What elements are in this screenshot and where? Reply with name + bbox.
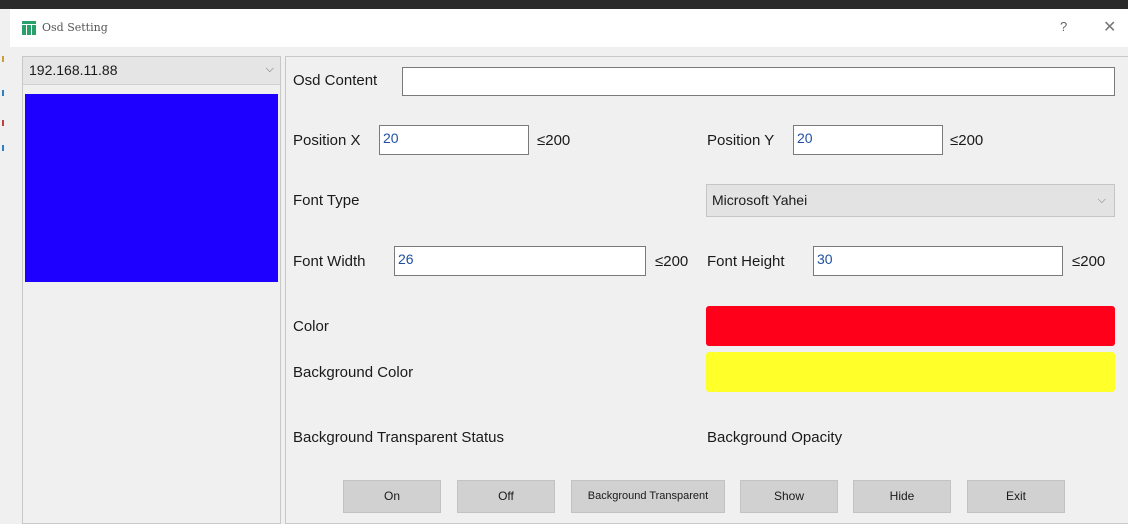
position-y-max: ≤200 (950, 132, 984, 149)
device-panel: 192.168.11.88 ⌵ (22, 56, 281, 524)
font-height-input[interactable]: 30 (813, 246, 1063, 276)
show-button[interactable]: Show (740, 480, 838, 513)
bg-opacity-label: Background Opacity (707, 429, 843, 446)
window-title: Osd Setting (42, 21, 108, 34)
color-swatch[interactable] (706, 306, 1115, 346)
color-label: Color (293, 318, 329, 335)
background-transparent-button[interactable]: Background Transparent (571, 480, 725, 513)
osd-dialog: 192.168.11.88 ⌵ Osd Content Position X 2… (10, 47, 1128, 524)
off-button[interactable]: Off (457, 480, 555, 513)
device-ip-value: 192.168.11.88 (29, 62, 118, 78)
help-button[interactable]: ? (1060, 19, 1067, 34)
position-x-input[interactable]: 20 (379, 125, 529, 155)
font-type-value: Microsoft Yahei (712, 192, 808, 208)
chevron-down-icon: ⌵ (1097, 194, 1106, 206)
chevron-down-icon: ⌵ (265, 63, 274, 75)
font-width-max: ≤200 (655, 253, 689, 270)
edge-marks (2, 56, 4, 151)
background-color-label: Background Color (293, 364, 414, 381)
position-x-max: ≤200 (537, 132, 571, 149)
position-y-label: Position Y (707, 132, 775, 149)
font-width-input[interactable]: 26 (394, 246, 646, 276)
title-bar: Osd Setting ? ✕ (10, 9, 1128, 47)
font-width-label: Font Width (293, 253, 366, 270)
position-y-input[interactable]: 20 (793, 125, 943, 155)
close-button[interactable]: ✕ (1103, 17, 1116, 37)
bg-transparent-status-label: Background Transparent Status (293, 429, 504, 446)
font-height-label: Font Height (707, 253, 785, 270)
background-color-swatch[interactable] (706, 352, 1115, 392)
top-border (0, 0, 1128, 9)
osd-content-label: Osd Content (293, 72, 378, 89)
on-button[interactable]: On (343, 480, 441, 513)
settings-panel: Osd Content Position X 20 ≤200 Position … (285, 56, 1128, 524)
font-height-max: ≤200 (1072, 253, 1106, 270)
hide-button[interactable]: Hide (853, 480, 951, 513)
font-type-select[interactable]: Microsoft Yahei ⌵ (706, 184, 1115, 217)
osd-content-input[interactable] (402, 67, 1115, 96)
app-grid-icon (22, 21, 36, 35)
position-x-label: Position X (293, 132, 361, 149)
osd-preview (25, 94, 278, 282)
exit-button[interactable]: Exit (967, 480, 1065, 513)
device-ip-select[interactable]: 192.168.11.88 ⌵ (23, 57, 280, 85)
font-type-label: Font Type (293, 192, 360, 209)
